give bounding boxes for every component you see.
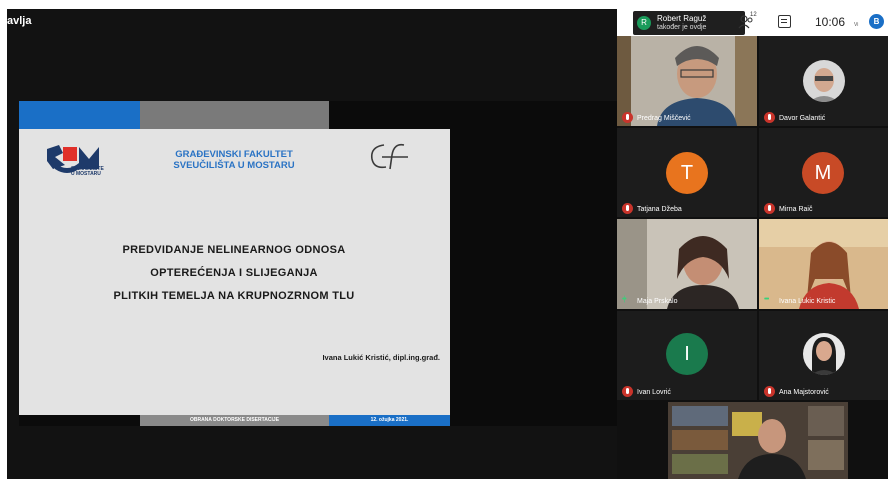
- notification-avatar: R: [637, 16, 651, 30]
- meeting-toolbar: R Robert Raguž također je ovdje 12 10:06…: [617, 9, 888, 36]
- speaking-indicator-icon: •••: [764, 296, 769, 303]
- slide-footer-right: 12. ožujka 2021.: [329, 415, 450, 426]
- participant-tile[interactable]: T Tatjana Džeba: [617, 128, 757, 217]
- notification-name: Robert Raguž: [657, 14, 707, 23]
- participant-tile[interactable]: M Mirna Raič: [759, 128, 888, 217]
- video-feed: [617, 36, 757, 126]
- video-feed: [617, 219, 757, 309]
- self-label: Vi: [854, 22, 859, 28]
- faculty-line1: GRAĐEVINSKI FAKULTET: [175, 149, 293, 160]
- video-feed: [668, 402, 848, 479]
- mic-muted-icon: [764, 112, 775, 123]
- slide-title-line2: OPTEREĆENJA I SLIJEGANJA: [150, 267, 318, 279]
- presentation-frame: SVEUČILIŠTE U MOSTARU GRAĐEVINSKI FAKULT…: [19, 101, 617, 426]
- notification-text: također je ovdje: [657, 24, 707, 31]
- slide-footer-left: [19, 415, 140, 426]
- join-notification[interactable]: R Robert Raguž također je ovdje: [633, 11, 745, 35]
- participant-tile[interactable]: [668, 402, 848, 479]
- participant-name: Tatjana Džeba: [637, 206, 682, 213]
- participant-tile[interactable]: ••• Ivana Lukic Kristic: [759, 219, 888, 309]
- logo-caption: SVEUČILIŠTE U MOSTARU: [71, 167, 104, 177]
- mic-muted-icon: [622, 112, 633, 123]
- participant-name: Davor Galantić: [779, 115, 826, 122]
- slide-title: PREDVIDANJE NELINEARNOG ODNOSA OPTEREĆEN…: [49, 239, 419, 308]
- slide-top-bar-grey: [140, 101, 329, 129]
- participant-name: Ana Majstorović: [779, 389, 829, 396]
- slide-top-bar-blue: [19, 101, 140, 129]
- faculty-line2: SVEUČILIŠTA U MOSTARU: [173, 160, 295, 171]
- user-avatar[interactable]: B: [869, 14, 884, 29]
- avatar-initial: M: [802, 152, 844, 194]
- participant-tile[interactable]: Predrag Miščević: [617, 36, 757, 126]
- meeting-title: avlja: [7, 15, 32, 27]
- slide-author: Ivana Lukić Kristić, dipl.ing.građ.: [322, 353, 440, 362]
- participant-name: Predrag Miščević: [637, 115, 691, 122]
- shared-screen-area: avlja SVEUČILIŠTE U MOSTARU GRAĐEVINSKI …: [7, 9, 617, 479]
- mic-muted-icon: [764, 386, 775, 397]
- faculty-symbol-icon: [370, 143, 408, 170]
- meeting-window: avlja SVEUČILIŠTE U MOSTARU GRAĐEVINSKI …: [0, 0, 888, 479]
- participant-count: 12: [750, 12, 757, 18]
- participant-photo: [803, 333, 845, 375]
- logo-caption-line2: U MOSTARU: [71, 171, 101, 177]
- mic-muted-icon: [764, 203, 775, 214]
- speaking-indicator-icon: •|•: [622, 296, 627, 303]
- presentation-slide: SVEUČILIŠTE U MOSTARU GRAĐEVINSKI FAKULT…: [19, 129, 450, 415]
- participant-name: Maja Prskalo: [637, 298, 678, 305]
- participant-tile[interactable]: Davor Galantić: [759, 36, 888, 126]
- faculty-name: GRAĐEVINSKI FAKULTET SVEUČILIŠTA U MOSTA…: [149, 149, 319, 171]
- participant-name: Mirna Raič: [779, 206, 813, 213]
- participant-tile[interactable]: I Ivan Lovrić: [617, 311, 757, 400]
- participant-tile[interactable]: •|• Maja Prskalo: [617, 219, 757, 309]
- slide-footer-center: OBRANA DOKTORSKE DISERTACIJE: [140, 415, 329, 426]
- participant-grid: Predrag Miščević Davor Galantić T Tatjan…: [617, 36, 888, 479]
- meeting-time: 10:06: [815, 15, 846, 29]
- avatar-initial: I: [666, 333, 708, 375]
- participant-photo: [803, 60, 845, 102]
- slide-title-line1: PREDVIDANJE NELINEARNOG ODNOSA: [122, 244, 346, 256]
- video-feed: [759, 219, 888, 309]
- avatar-initial: T: [666, 152, 708, 194]
- slide-title-line3: PLITKIH TEMELJA NA KRUPNOZRNOM TLU: [113, 290, 355, 302]
- chat-icon[interactable]: [778, 15, 791, 28]
- participant-tile[interactable]: Ana Majstorović: [759, 311, 888, 400]
- mic-muted-icon: [622, 203, 633, 214]
- mic-muted-icon: [622, 386, 633, 397]
- participant-name: Ivan Lovrić: [637, 389, 671, 396]
- participant-name: Ivana Lukic Kristic: [779, 298, 836, 305]
